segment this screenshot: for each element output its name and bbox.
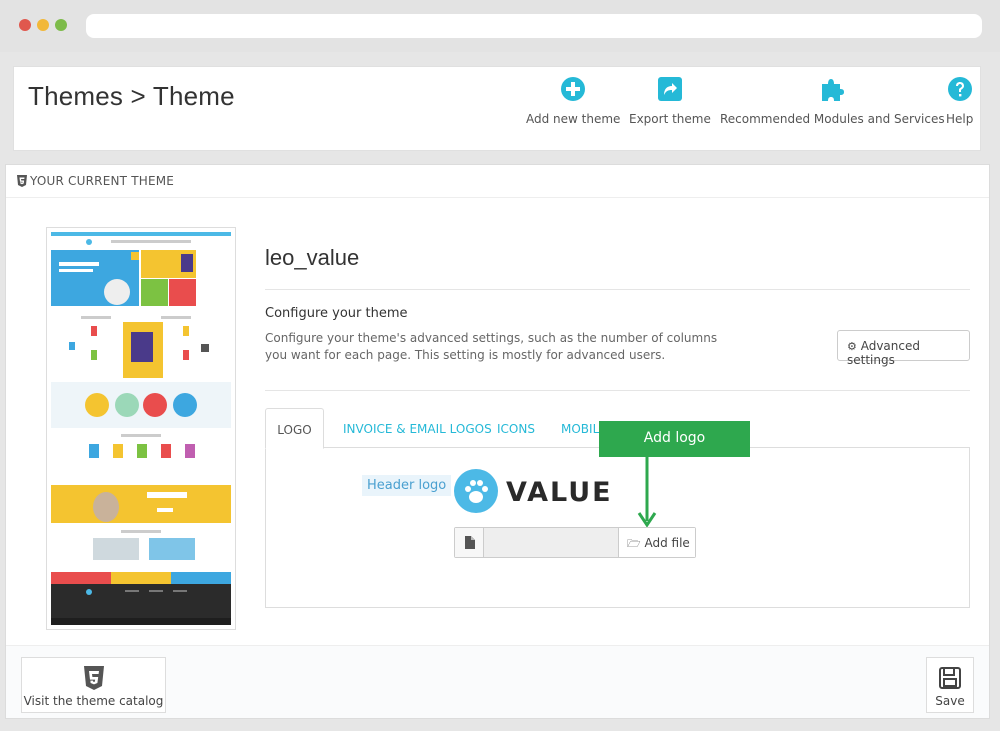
file-icon-box [455, 528, 484, 557]
puzzle-icon [822, 79, 845, 101]
save-button[interactable]: Save [926, 657, 974, 713]
html5-icon [17, 175, 27, 187]
file-icon [465, 536, 475, 549]
tab-icons-label: Icons [497, 422, 535, 436]
configure-title: Configure your theme [265, 306, 408, 321]
add-new-theme-button[interactable]: Add new theme [526, 76, 620, 127]
maximize-window-dot[interactable] [55, 19, 67, 31]
tab-invoice-email-logos-label: Invoice & Email logos [343, 422, 492, 436]
theme-preview-graphic [51, 232, 231, 625]
divider [265, 289, 970, 290]
header-logo-label: Header logo [362, 475, 452, 496]
panel-heading: Your current theme [6, 165, 989, 198]
folder-open-icon: 🗁 [627, 537, 641, 550]
help-button[interactable]: Help [946, 76, 973, 127]
add-new-theme-label: Add new theme [526, 112, 621, 126]
browser-chrome [0, 0, 1000, 52]
panel-heading-label: Your current theme [30, 174, 175, 188]
close-window-dot[interactable] [19, 19, 31, 31]
visit-theme-catalog-button[interactable]: Visit the theme catalog [21, 657, 166, 713]
export-theme-button[interactable]: Export theme [629, 76, 711, 127]
question-circle-icon [947, 77, 972, 101]
paw-logo-icon: VALUE [454, 469, 611, 513]
recommended-modules-label: Recommended Modules and Services [720, 112, 945, 126]
html5-icon [83, 666, 104, 690]
recommended-modules-button[interactable]: Recommended Modules and Services [720, 76, 945, 127]
visit-theme-catalog-label: Visit the theme catalog [23, 694, 164, 708]
export-theme-label: Export theme [629, 112, 711, 126]
floppy-disk-icon [939, 667, 961, 689]
current-theme-panel: Your current theme [5, 164, 990, 719]
panel-footer: Visit the theme catalog Save [6, 645, 989, 718]
share-icon [657, 77, 682, 101]
logo-wordmark: VALUE [506, 477, 610, 508]
tab-icons[interactable]: Icons [497, 408, 535, 449]
tab-invoice-email-logos[interactable]: Invoice & Email logos [343, 408, 492, 449]
minimize-window-dot[interactable] [37, 19, 49, 31]
add-logo-callout: Add logo [599, 421, 750, 457]
help-label: Help [946, 112, 974, 126]
header-logo-image: VALUE [454, 468, 611, 518]
theme-name: leo_value [265, 245, 360, 270]
tab-logo[interactable]: Logo [265, 408, 324, 449]
arrow-down-icon [637, 457, 657, 527]
save-label: Save [935, 694, 965, 708]
page-toolbar: Themes > Theme Add new theme Export them… [13, 66, 981, 151]
page-title: Themes > Theme [28, 81, 235, 111]
add-file-button[interactable]: 🗁 Add file [618, 528, 695, 557]
file-path-input[interactable] [484, 528, 618, 557]
divider [265, 390, 970, 391]
plus-circle-icon [561, 77, 586, 101]
advanced-settings-button[interactable]: ⚙ Advanced settings [837, 330, 970, 367]
address-bar[interactable] [86, 14, 982, 38]
advanced-settings-label: Advanced settings [847, 339, 920, 367]
add-file-label: Add file [644, 536, 690, 550]
tab-logo-label: Logo [277, 423, 312, 437]
logo-file-input-group: 🗁 Add file [454, 527, 696, 558]
configure-description: Configure your theme's advanced settings… [265, 331, 718, 362]
gear-icon: ⚙ [847, 340, 857, 353]
theme-preview-image [46, 227, 236, 630]
